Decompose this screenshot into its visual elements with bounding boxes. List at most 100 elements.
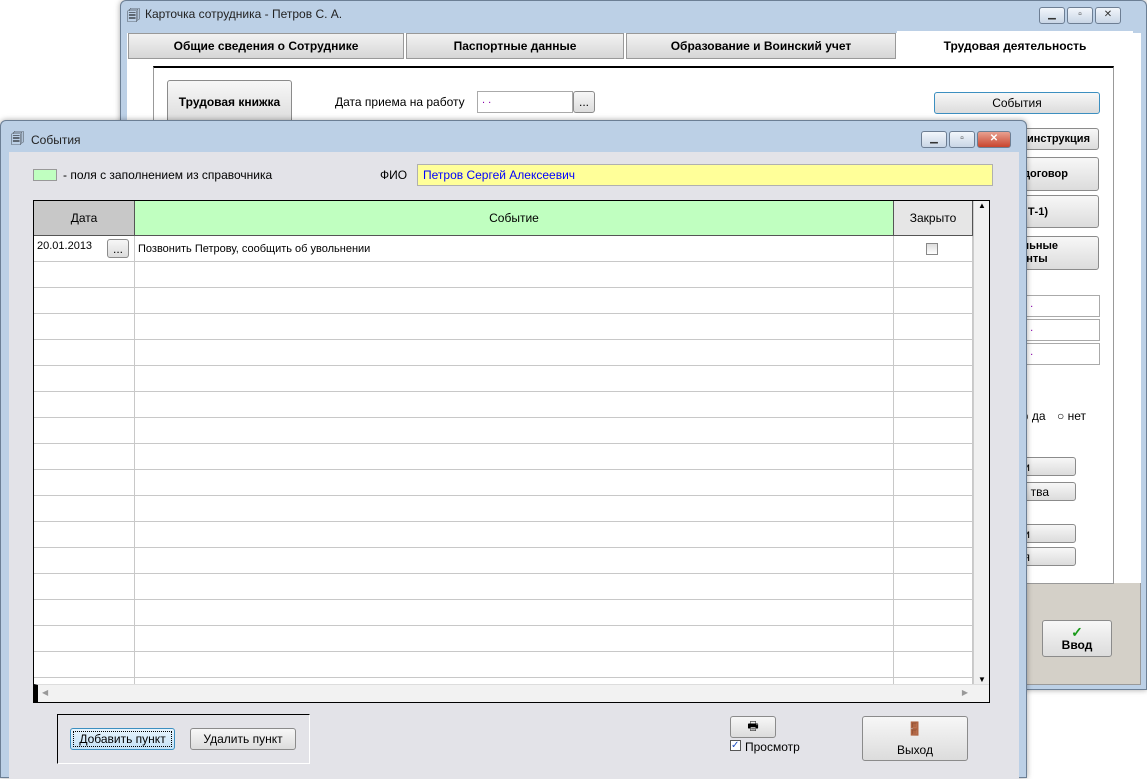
- horizontal-scrollbar[interactable]: ◀ ▶: [34, 684, 989, 702]
- minimize-button[interactable]: ▁: [921, 131, 947, 148]
- event-cell[interactable]: [135, 548, 894, 574]
- scroll-down-icon[interactable]: ▼: [974, 675, 989, 684]
- closed-cell[interactable]: [894, 314, 973, 340]
- date-browse-button[interactable]: ...: [107, 239, 129, 258]
- tab-work[interactable]: Трудовая деятельность: [897, 31, 1133, 61]
- date-cell[interactable]: [34, 340, 135, 366]
- tab-passport[interactable]: Паспортные данные: [406, 33, 624, 59]
- legend-swatch: [33, 169, 57, 181]
- event-cell[interactable]: [135, 340, 894, 366]
- event-cell[interactable]: [135, 574, 894, 600]
- table-row: [34, 626, 973, 652]
- closed-cell[interactable]: [894, 236, 973, 262]
- scroll-left-icon[interactable]: ◀: [42, 688, 48, 697]
- event-cell[interactable]: Позвонить Петрову, сообщить об увольнени…: [135, 236, 894, 262]
- print-button[interactable]: 🖶: [730, 716, 776, 738]
- date-cell[interactable]: [34, 496, 135, 522]
- closed-cell[interactable]: [894, 548, 973, 574]
- table-row: [34, 262, 973, 288]
- printer-icon: 🖶: [747, 718, 759, 733]
- event-cell[interactable]: [135, 522, 894, 548]
- events-button[interactable]: События: [934, 92, 1100, 114]
- labor-book-button[interactable]: Трудовая книжка: [167, 80, 292, 124]
- maximize-button[interactable]: ▫: [949, 131, 975, 148]
- maximize-button[interactable]: ▫: [1067, 7, 1093, 24]
- closed-cell[interactable]: [894, 418, 973, 444]
- event-cell[interactable]: [135, 418, 894, 444]
- event-cell[interactable]: [135, 496, 894, 522]
- table-row: [34, 522, 973, 548]
- close-button[interactable]: ✕: [977, 131, 1011, 148]
- closed-cell[interactable]: [894, 444, 973, 470]
- table-row: [34, 600, 973, 626]
- event-cell[interactable]: [135, 392, 894, 418]
- date-cell[interactable]: [34, 522, 135, 548]
- enter-button[interactable]: ✓ Ввод: [1042, 620, 1112, 657]
- closed-cell[interactable]: [894, 340, 973, 366]
- event-cell[interactable]: [135, 652, 894, 678]
- closed-cell[interactable]: [894, 600, 973, 626]
- closed-cell[interactable]: [894, 652, 973, 678]
- closed-cell[interactable]: [894, 470, 973, 496]
- column-header-closed[interactable]: Закрыто: [894, 201, 973, 236]
- event-cell[interactable]: [135, 262, 894, 288]
- date-cell[interactable]: [34, 288, 135, 314]
- scroll-right-icon[interactable]: ▶: [962, 688, 968, 697]
- closed-cell[interactable]: [894, 496, 973, 522]
- date-cell[interactable]: [34, 392, 135, 418]
- date-cell[interactable]: [34, 548, 135, 574]
- window-icon: 🗐: [127, 8, 140, 23]
- event-cell[interactable]: [135, 600, 894, 626]
- delete-item-button[interactable]: Удалить пункт: [190, 728, 296, 750]
- hire-date-label: Дата приема на работу: [335, 95, 465, 109]
- enter-button-label: Ввод: [1061, 637, 1093, 652]
- date-cell[interactable]: [34, 574, 135, 600]
- fio-label: ФИО: [380, 168, 408, 182]
- table-row: 20.01.2013... Позвонить Петрову, сообщит…: [34, 236, 973, 262]
- closed-cell[interactable]: [894, 626, 973, 652]
- tab-education[interactable]: Образование и Воинский учет: [626, 33, 896, 59]
- date-cell[interactable]: [34, 418, 135, 444]
- table-row: [34, 418, 973, 444]
- events-table: Дата Событие Закрыто 20.01.2013... Позво…: [33, 200, 990, 703]
- table-row: [34, 496, 973, 522]
- radio-no[interactable]: ○ нет: [1057, 409, 1086, 423]
- event-cell[interactable]: [135, 626, 894, 652]
- closed-cell[interactable]: [894, 288, 973, 314]
- hire-date-input[interactable]: . .: [477, 91, 573, 113]
- fio-input[interactable]: Петров Сергей Алексеевич: [417, 164, 993, 186]
- close-button[interactable]: ✕: [1095, 7, 1121, 24]
- exit-button[interactable]: 🚪 Выход: [862, 716, 968, 761]
- date-cell[interactable]: [34, 366, 135, 392]
- date-cell[interactable]: [34, 626, 135, 652]
- closed-cell[interactable]: [894, 392, 973, 418]
- tab-general[interactable]: Общие сведения о Сотруднике: [128, 33, 404, 59]
- preview-label: Просмотр: [745, 740, 800, 754]
- window-icon: 🗐: [11, 131, 24, 146]
- date-cell[interactable]: [34, 262, 135, 288]
- add-item-button[interactable]: Добавить пункт: [70, 728, 175, 750]
- date-cell[interactable]: [34, 314, 135, 340]
- closed-cell[interactable]: [894, 522, 973, 548]
- date-cell[interactable]: [34, 652, 135, 678]
- vertical-scrollbar[interactable]: ▲ ▼: [973, 201, 989, 684]
- column-header-event[interactable]: Событие: [135, 201, 894, 236]
- minimize-button[interactable]: ▁: [1039, 7, 1065, 24]
- date-cell[interactable]: [34, 600, 135, 626]
- hire-date-browse-button[interactable]: ...: [573, 91, 595, 113]
- event-cell[interactable]: [135, 314, 894, 340]
- event-cell[interactable]: [135, 366, 894, 392]
- scroll-up-icon[interactable]: ▲: [974, 201, 989, 210]
- closed-cell[interactable]: [894, 262, 973, 288]
- date-cell[interactable]: [34, 470, 135, 496]
- column-header-date[interactable]: Дата: [34, 201, 135, 236]
- preview-checkbox[interactable]: ✓: [730, 740, 741, 751]
- event-cell[interactable]: [135, 288, 894, 314]
- closed-checkbox[interactable]: [926, 243, 938, 255]
- event-cell[interactable]: [135, 470, 894, 496]
- date-cell[interactable]: [34, 444, 135, 470]
- closed-cell[interactable]: [894, 574, 973, 600]
- event-cell[interactable]: [135, 444, 894, 470]
- closed-cell[interactable]: [894, 366, 973, 392]
- date-cell[interactable]: 20.01.2013...: [34, 236, 135, 262]
